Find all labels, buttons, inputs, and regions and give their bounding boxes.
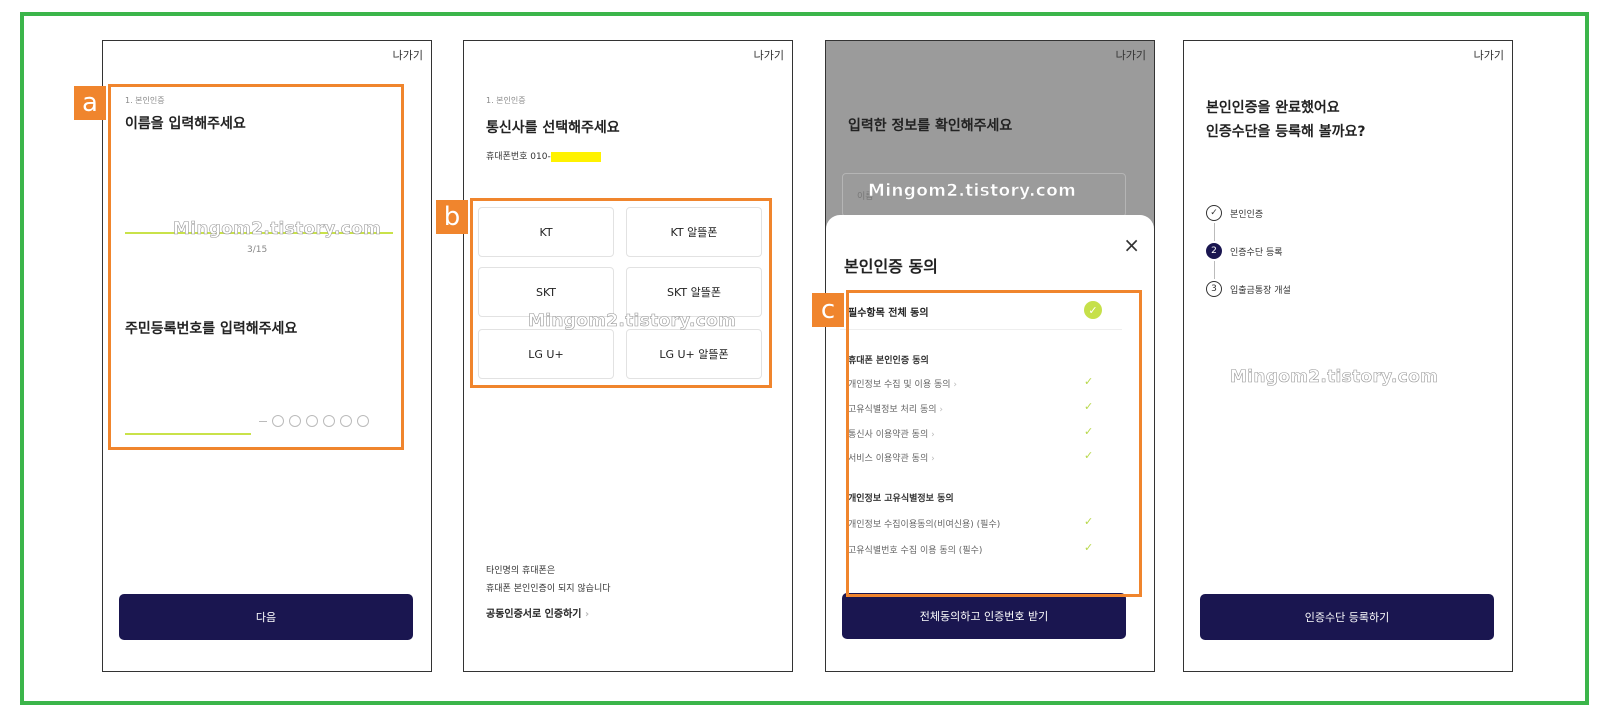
watermark: Mingom2.tistory.com	[868, 181, 1077, 202]
annotation-box-c	[846, 290, 1142, 597]
exit-button[interactable]: 나가기	[754, 47, 784, 63]
next-button[interactable]: 다음	[119, 594, 413, 640]
progress-step-1: ✓ 본인인증	[1206, 205, 1263, 221]
carrier-title: 통신사를 선택해주세요	[486, 120, 620, 136]
progress-step-label: 본인인증	[1230, 209, 1264, 220]
watermark: Mingom2.tistory.com	[1230, 367, 1439, 388]
exit-button[interactable]: 나가기	[393, 47, 423, 63]
cert-link[interactable]: 공동인증서로 인증하기 ›	[486, 605, 589, 620]
step-number-icon: 2	[1206, 243, 1222, 259]
exit-button[interactable]: 나가기	[1474, 47, 1504, 63]
annotation-tag-c: c	[812, 293, 844, 327]
progress-step-2: 2 인증수단 등록	[1206, 243, 1283, 259]
cert-link-label: 공동인증서로 인증하기	[486, 609, 582, 620]
notice-line-1: 타인명의 휴대폰은	[486, 566, 556, 576]
annotation-box-b	[470, 198, 772, 388]
register-auth-button[interactable]: 인증수단 등록하기	[1200, 594, 1494, 640]
chevron-right-icon: ›	[584, 609, 590, 620]
confirm-title: 입력한 정보를 확인해주세요	[848, 118, 1013, 134]
annotation-tag-b: b	[436, 200, 468, 234]
progress-connector	[1214, 261, 1215, 279]
progress-step-label: 입출금통장 개설	[1230, 285, 1291, 296]
check-circle-icon: ✓	[1206, 205, 1222, 221]
step-label: 1. 본인인증	[486, 96, 526, 105]
step-number-icon: 3	[1206, 281, 1222, 297]
progress-step-3: 3 입출금통장 개설	[1206, 281, 1291, 297]
annotation-tag-a: a	[74, 86, 106, 120]
complete-title-line1: 본인인증을 완료했어요	[1206, 100, 1340, 116]
agree-and-send-button[interactable]: 전체동의하고 인증번호 받기	[842, 593, 1126, 639]
phone-label: 휴대폰번호 010-	[486, 152, 551, 162]
phone-masked: xxxx-xxxx	[550, 152, 601, 162]
phone-number-row: 휴대폰번호 010- xxxx-xxxx	[486, 149, 601, 162]
exit-button[interactable]: 나가기	[1116, 47, 1146, 63]
consent-sheet-title: 본인인증 동의	[844, 257, 938, 276]
complete-title-line2: 인증수단을 등록해 볼까요?	[1206, 124, 1366, 140]
progress-step-label: 인증수단 등록	[1230, 247, 1283, 258]
screen-auth-complete: 나가기 본인인증을 완료했어요 인증수단을 등록해 볼까요? ✓ 본인인증 2 …	[1183, 40, 1513, 672]
annotation-box-a	[108, 84, 404, 450]
progress-connector	[1214, 223, 1215, 241]
close-icon[interactable]: ×	[1123, 233, 1140, 257]
notice-line-2: 휴대폰 본인인증이 되지 않습니다	[486, 584, 611, 594]
